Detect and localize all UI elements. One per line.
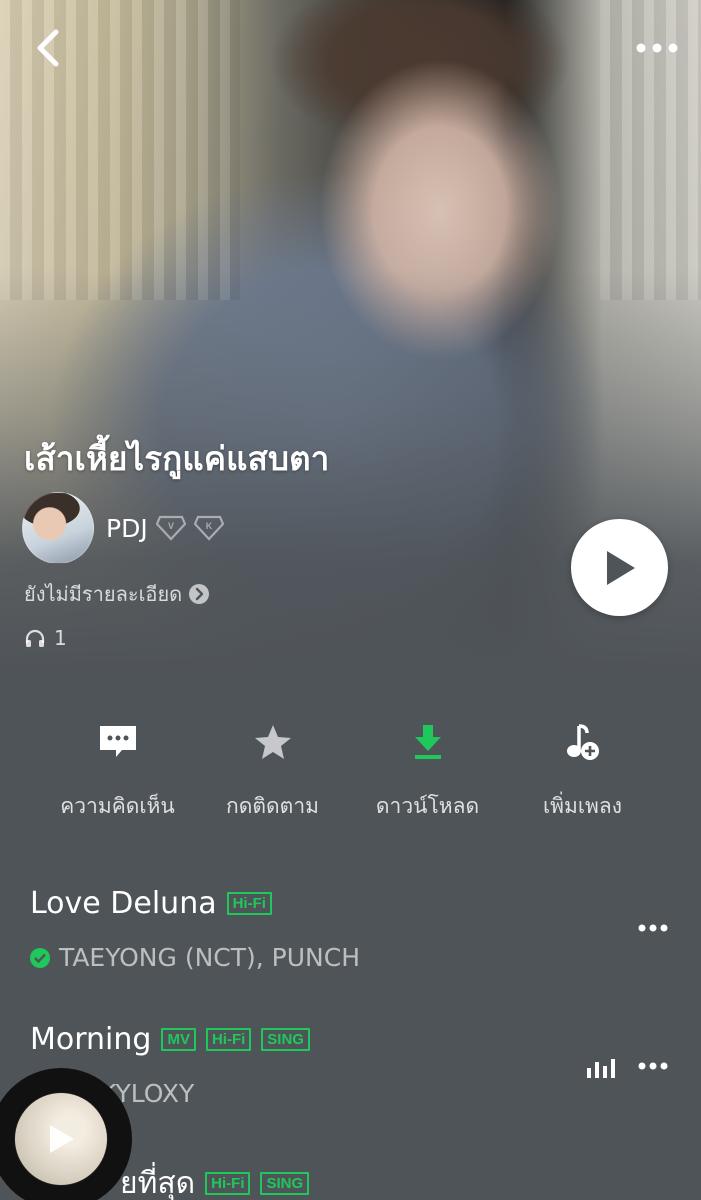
download-icon <box>414 725 441 759</box>
owner-name[interactable]: PDJ <box>106 514 148 543</box>
follow-label: กดติดตาม <box>226 794 319 818</box>
mv-tag: MV <box>161 1028 196 1051</box>
song-row[interactable]: Love Deluna Hi-Fi TAEYONG (NCT), PUNCH <box>30 886 680 972</box>
hifi-tag: Hi-Fi <box>205 1028 252 1051</box>
add-song-button[interactable]: เพิ่มเพลง <box>505 720 660 823</box>
diamond-k-badge-icon: K <box>193 515 224 541</box>
sing-tag: SING <box>260 1172 310 1195</box>
more-button[interactable] <box>627 18 687 78</box>
hifi-tag: Hi-Fi <box>205 1172 251 1195</box>
headphones-icon <box>25 629 45 647</box>
download-label: ดาวน์โหลด <box>375 794 480 818</box>
follow-button[interactable]: กดติดตาม <box>195 720 350 823</box>
song-more-icon[interactable] <box>638 1062 668 1070</box>
song-row[interactable]: Morning MV Hi-Fi SING KYLOXY <box>30 1022 680 1108</box>
avatar[interactable] <box>22 492 94 564</box>
equalizer-icon <box>587 1059 615 1078</box>
listen-count-value: 1 <box>54 626 67 650</box>
song-title: ยที่สุด <box>120 1166 196 1200</box>
play-all-button[interactable] <box>571 519 668 616</box>
comment-label: ความคิดเห็น <box>60 794 175 818</box>
verified-icon <box>30 947 50 968</box>
album-title: เส้าเหี้ยไรกูแค่แสบตา <box>24 439 330 478</box>
star-icon <box>254 725 291 759</box>
hifi-tag: Hi-Fi <box>226 892 272 915</box>
diamond-v-badge-icon: V <box>155 515 186 541</box>
description-text: ยังไม่มีรายละเอียด <box>24 582 183 606</box>
action-bar: ความคิดเห็น กดติดตาม ดาวน์โหลด เพิ่มเพลง <box>0 720 701 823</box>
chevron-left-icon <box>37 29 59 67</box>
svg-text:V: V <box>168 521 174 531</box>
sing-tag: SING <box>261 1028 310 1051</box>
add-song-label: เพิ่มเพลง <box>542 794 622 818</box>
chevron-right-circle-icon <box>189 584 210 604</box>
listen-count: 1 <box>24 626 67 650</box>
song-row[interactable]: ยที่สุด Hi-Fi SING <box>120 1160 680 1200</box>
description-link[interactable]: ยังไม่มีรายละเอียด <box>24 578 210 610</box>
comment-button[interactable]: ความคิดเห็น <box>40 720 195 823</box>
owner-row[interactable]: PDJ V K <box>22 492 224 564</box>
ellipsis-icon <box>636 43 678 53</box>
add-music-icon <box>566 724 599 760</box>
mini-player-cover[interactable] <box>15 1093 107 1185</box>
song-artist: TAEYONG (NCT), PUNCH <box>59 943 360 972</box>
play-icon <box>606 550 635 585</box>
play-icon <box>50 1125 74 1153</box>
svg-text:K: K <box>205 521 212 531</box>
song-title: Morning <box>30 1022 152 1057</box>
song-more-icon[interactable] <box>638 924 668 932</box>
comment-icon <box>99 726 136 757</box>
song-title: Love Deluna <box>30 886 217 921</box>
download-button[interactable]: ดาวน์โหลด <box>350 720 505 823</box>
back-button[interactable] <box>18 18 78 78</box>
